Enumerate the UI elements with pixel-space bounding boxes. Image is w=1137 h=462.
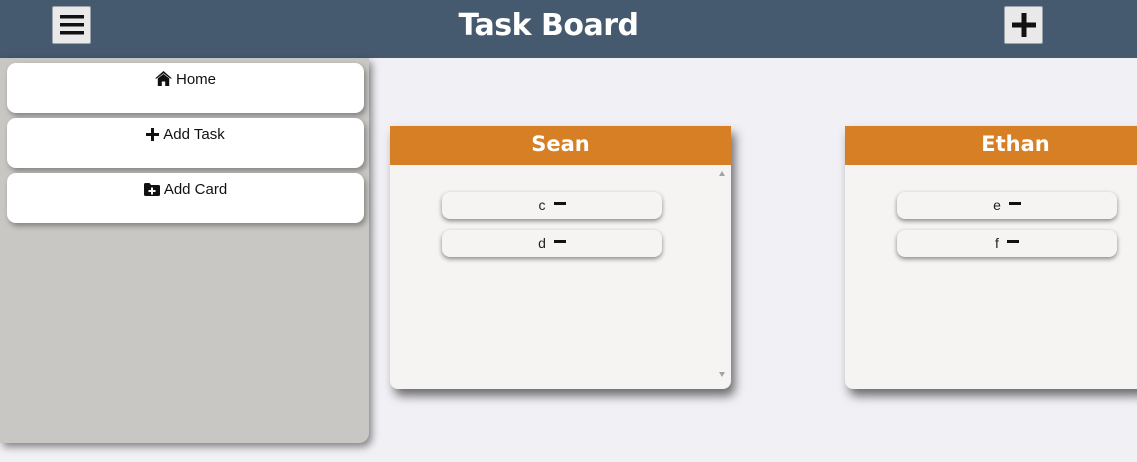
- card-title: Sean: [390, 126, 731, 165]
- task-item[interactable]: e: [897, 192, 1117, 219]
- remove-task-icon[interactable]: [553, 201, 566, 205]
- card-sean: Sean c d: [390, 126, 731, 389]
- add-button[interactable]: [1004, 6, 1043, 44]
- plus-icon: [1011, 13, 1036, 37]
- task-item[interactable]: d: [442, 230, 662, 257]
- side-menu: Home Add Task Add Card: [0, 58, 369, 443]
- task-label: e: [993, 197, 1001, 213]
- task-label: f: [995, 235, 999, 251]
- card-body[interactable]: e f: [845, 165, 1137, 389]
- remove-task-icon[interactable]: [1006, 239, 1019, 243]
- card-title: Ethan: [845, 126, 1137, 165]
- card-body[interactable]: c d: [390, 165, 731, 389]
- task-item[interactable]: c: [442, 192, 662, 219]
- menu-item-home[interactable]: Home: [7, 63, 364, 113]
- task-label: d: [538, 235, 546, 251]
- task-label: c: [538, 197, 546, 213]
- task-item[interactable]: f: [897, 230, 1117, 257]
- menu-item-add-card[interactable]: Add Card: [7, 173, 364, 223]
- menu-item-label: Home: [175, 71, 216, 88]
- remove-task-icon[interactable]: [1008, 201, 1021, 205]
- plus-icon: [146, 128, 160, 145]
- menu-item-label: Add Task: [163, 126, 225, 143]
- top-bar: Task Board: [0, 0, 1137, 58]
- scroll-down-arrow-icon[interactable]: [719, 372, 725, 377]
- home-icon: [154, 71, 172, 90]
- menu-item-label: Add Card: [163, 181, 228, 198]
- page-title: Task Board: [458, 8, 639, 43]
- menu-item-add-task[interactable]: Add Task: [7, 118, 364, 168]
- remove-task-icon[interactable]: [553, 239, 566, 243]
- card-ethan: Ethan e f: [845, 126, 1137, 389]
- folder-plus-icon: [143, 183, 160, 200]
- scroll-up-arrow-icon[interactable]: [719, 171, 725, 176]
- scrollbar[interactable]: [717, 169, 729, 379]
